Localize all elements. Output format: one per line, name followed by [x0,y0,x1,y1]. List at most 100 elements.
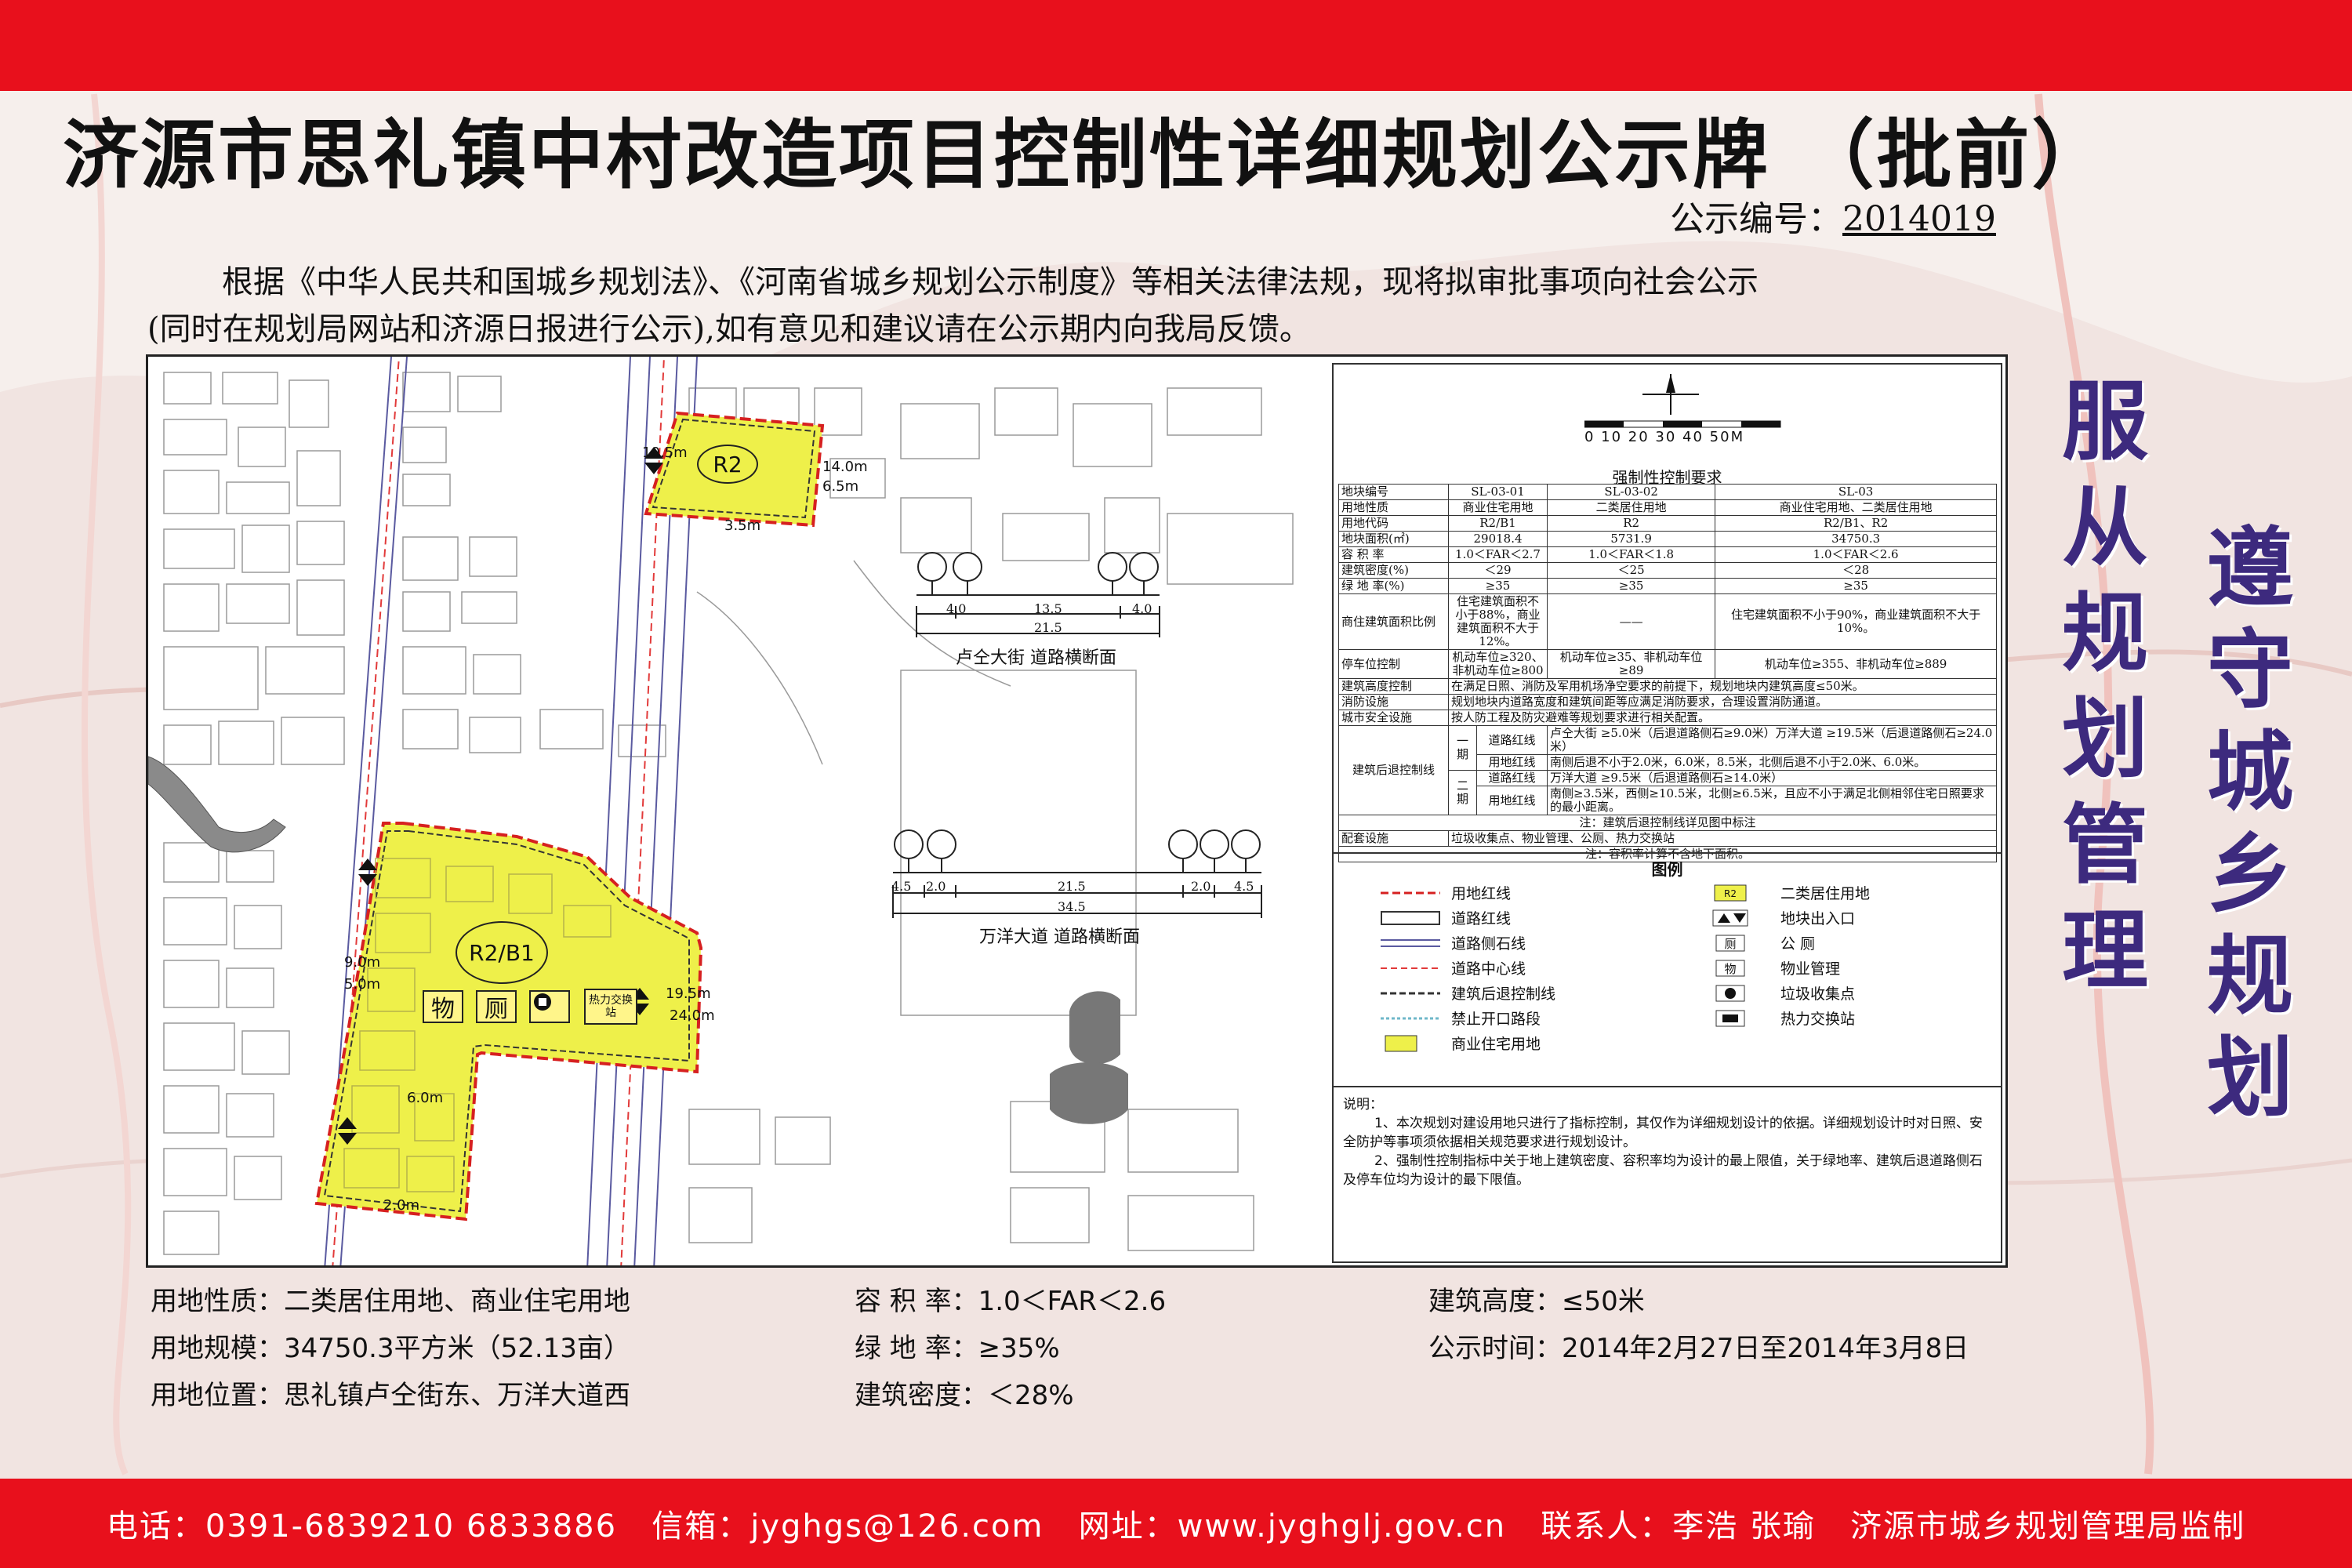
map-drawing [148,357,1332,1265]
r2b1-plot-text: R2/B1 [469,939,535,966]
table-cell: ≥35 [1546,578,1716,594]
dim-label-1: 10.5m [642,445,688,461]
property-icon-text: 物 [431,996,455,1023]
legend-curb-line: 道路侧石线 [1381,932,1526,953]
footer-contact: 电话：0391-6839210 6833886 信箱：jyghgs@126.co… [0,1479,2352,1568]
table-cell: ＜28 [1715,562,1997,579]
lutong-w-right: 4.0 [1132,601,1152,616]
table-cell: 商业住宅用地、二类居住用地 [1715,499,1997,516]
legend-property: 物 物业管理 [1710,957,1840,978]
table-row: 容 积 率 1.0＜FAR＜2.7 1.0＜FAR＜1.8 1.0＜FAR＜2.6 [1338,546,1997,563]
dim-label-8: 24.0m [670,1007,715,1024]
control-table: 地块编号 SL-03-01 SL-03-02 SL-03 用地性质 商业住宅用地 二类居住用… [1338,484,1997,862]
summary-height: 建筑高度：≤50米 [1428,1286,1645,1317]
legend-label: 二类居住用地 [1780,885,1871,902]
p2-land-text: 南侧≥3.5米，西侧≥10.5米，北侧≥6.5米，且应不小于满足北侧相邻住宅日照… [1547,786,1997,815]
table-row: 城市安全设施 按人防工程及防灾避难等规划要求进行相关配置。 [1338,710,1997,726]
table-cell: SL-03-02 [1546,484,1716,500]
summary-far: 容 积 率：1.0＜FAR＜2.6 [855,1286,1167,1317]
dim-label-6: 5.0m [344,976,381,993]
table-row: 配套设施 垃圾收集点、物业管理、公厕、热力交换站 [1338,830,1997,847]
intro-paragraph: 根据《中华人民共和国城乡规划法》、《河南省城乡规划公示制度》等相关法律法规，现将… [147,259,2029,353]
heat-icon-text: 热力交换站 [589,994,633,1019]
legend: 用地红线 道路红线 道路侧石线 道路中心线 建筑后退控制线 禁止开口路段 商业住… [1341,882,1992,1070]
table-row: 注：建筑后退控制线详见图中标注 [1338,815,1997,831]
dim-label-7: 19.5m [666,985,711,1002]
table-cell: 5731.9 [1546,531,1716,547]
legend-label: 建筑后退控制线 [1451,985,1556,1003]
summary-green: 绿 地 率：≥35% [855,1333,1060,1364]
phase2-label: 二期 [1448,770,1477,815]
legend-label: 垃圾收集点 [1780,985,1856,1003]
legend-land-redline: 用地红线 [1381,882,1511,903]
dim-label-5: 9.0m [344,954,381,971]
table-row: 建筑后退控制线 一期 道路红线 卢仝大街 ≥5.0米（后退道路侧石≥9.0米）万… [1338,725,1997,815]
r2-plot-label: R2 [697,445,758,484]
dim-label-9: 6.0m [407,1090,444,1106]
table-row: 消防设施 规划地块内道路宽度和建筑间距等应满足消防要求，合理设置消防通道。 [1338,694,1997,710]
table-row: 建筑高度控制 在满足日照、消防及军用机场净空要求的前提下，规划地块内建筑高度≤50… [1338,678,1997,695]
table-row: 商住建筑面积比例 住宅建筑面积不小于88%，商业建筑面积不大于12%。 —— 住宅建筑… [1338,593,1997,650]
garbage-point-icon [529,990,570,1023]
table-cell: —— [1546,593,1716,650]
lutong-w-left: 4.0 [946,601,967,616]
slogan-left: 服从规划管理 [2062,371,2148,1001]
phase1-label: 一期 [1448,725,1477,771]
row-header: 停车位控制 [1338,649,1449,679]
notes-heading: 说明： [1343,1097,1383,1112]
r2b1-plot-label: R2/B1 [456,921,548,984]
page-title: 济源市思礼镇中村改造项目控制性详细规划公示牌 （批前） [63,111,2110,199]
table-row: 用地性质 商业住宅用地 二类居住用地 商业住宅用地、二类居住用地 [1338,499,1997,516]
p1-land-text: 南侧后退不小于2.0米，6.0米，8.5米，北侧后退不小于2.0米、6.0米。 [1547,754,1997,771]
table-cell: 34750.3 [1715,531,1997,547]
row-header: 容 积 率 [1338,546,1449,563]
legend-label: 道路红线 [1451,910,1512,927]
legend-property-symbol: 物 [1724,962,1736,976]
heat-exchange-icon: 热力交换站 [584,989,637,1025]
p1-road-text: 卢仝大街 ≥5.0米（后退道路侧石≥9.0米）万洋大道 ≥19.5米（后退道路侧… [1547,725,1997,755]
row-header: 用地代码 [1338,515,1449,532]
table-cell: 二类居住用地 [1546,499,1716,516]
notice-number: 公示编号：2014019 [1670,191,1996,241]
p1-road-label: 道路红线 [1476,725,1548,755]
notice-number-value: 2014019 [1842,199,1996,239]
setback-label: 建筑后退控制线 [1338,725,1449,815]
r2-plot-text: R2 [713,451,742,477]
summary-density: 建筑密度：＜28% [855,1380,1074,1411]
toilet-icon-text: 厕 [485,996,508,1023]
setback-note: 注：建筑后退控制线详见图中标注 [1338,815,1997,831]
table-row: 地块编号 SL-03-01 SL-03-02 SL-03 [1338,484,1997,500]
safety-label: 城市安全设施 [1338,710,1449,726]
legend-class2-residential: R2 二类居住用地 [1710,882,1870,903]
legend-label: 公 厕 [1780,935,1816,953]
table-row: 绿 地 率(%) ≥35 ≥35 ≥35 [1338,578,1997,594]
dim-label-10: 2.0m [383,1197,420,1214]
wanyang-w1: 4.5 [891,879,912,894]
top-banner [0,0,2352,91]
table-cell: SL-03 [1715,484,1997,500]
table-cell: 商业住宅用地 [1448,499,1548,516]
table-cell: 机动车位≥35、非机动车位≥89 [1546,649,1716,679]
table-row: 建筑密度(%) ＜29 ＜25 ＜28 [1338,562,1997,579]
table-cell: R2 [1546,515,1716,532]
fire-label: 消防设施 [1338,694,1449,710]
table-cell: 1.0＜FAR＜2.6 [1715,546,1997,563]
table-cell: ≥35 [1715,578,1997,594]
p2-land-label: 用地红线 [1476,786,1548,815]
table-row: 用地代码 R2/B1 R2 R2/B1、R2 [1338,515,1997,532]
dim-label-3: 3.5m [724,517,761,534]
row-header: 绿 地 率(%) [1338,578,1449,594]
table-cell: 机动车位≥320、非机动车位≥800 [1448,649,1548,679]
legend-toilet: 厕公 厕 [1710,932,1815,953]
table-cell: SL-03-01 [1448,484,1548,500]
control-panel: 0 10 20 30 40 50M 强制性控制要求 地块编号 SL-03-01 SL… [1332,363,2002,1263]
dim-label-2: 14.0m [822,459,868,475]
legend-label: 道路侧石线 [1451,935,1526,953]
legend-commercial-residential: 商业住宅用地 [1381,1033,1541,1054]
safety-text: 按人防工程及防灾避难等规划要求进行相关配置。 [1448,710,1997,726]
scale-bar-label: 0 10 20 30 40 50M [1584,429,1745,445]
table-row: 停车位控制 机动车位≥320、非机动车位≥800 机动车位≥35、非机动车位≥89 机… [1338,649,1997,679]
row-header: 用地性质 [1338,499,1449,516]
notice-number-label: 公示编号： [1670,199,1842,239]
row-header: 地块面积(㎡) [1338,531,1449,547]
